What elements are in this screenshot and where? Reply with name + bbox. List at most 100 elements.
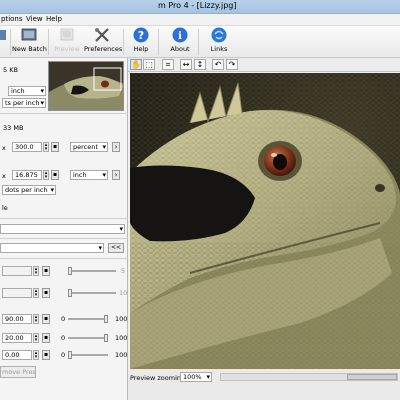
new-batch-label: New Batch [12,45,47,53]
preview-toolbar: ✋ ⬚ ⌗ ↔ ↕ ↶ ↷ [128,58,400,72]
slider4[interactable] [68,334,108,342]
menu-help[interactable]: Help [46,15,62,23]
slider-thumb[interactable] [68,267,72,275]
height-x-label: x [2,172,6,180]
slider1-field[interactable] [2,266,32,276]
about-icon: i [172,27,188,43]
zoom-select[interactable]: 100% [180,372,212,382]
slider-thumb[interactable] [68,289,72,297]
width-unit-select[interactable]: percent [70,142,108,152]
links-button[interactable]: Links [208,27,230,57]
slider3-reset[interactable]: ▪ [42,314,50,324]
height-value-input[interactable]: 16.875 [12,170,42,180]
slider1-spinner[interactable]: ▴ ▾ [33,266,39,276]
slider5[interactable] [68,351,108,359]
menu-view[interactable]: View [26,15,43,23]
slider4-max: 100 [115,334,128,342]
slider-thumb[interactable] [68,351,72,359]
flip-vertical-button[interactable]: ↕ [194,59,206,70]
slider2-max: 10 [119,289,128,297]
cut-label: le [2,204,8,212]
menu-options[interactable]: ptions [1,15,23,23]
collapse-button[interactable]: << [108,243,124,253]
remove-preset-button[interactable]: move Preset [0,366,36,378]
horizontal-scrollbar[interactable] [220,373,398,381]
slider5-spinner[interactable]: ▴ ▾ [33,350,39,360]
slider1-reset[interactable]: ▪ [42,266,50,276]
slider-thumb[interactable] [104,334,108,342]
original-file-size: 5 KB [3,66,18,74]
select-tool-button[interactable]: ⬚ [143,59,155,70]
help-label: Help [133,45,149,53]
links-icon [211,27,227,43]
slider2[interactable] [68,289,116,297]
height-unit-select[interactable]: inch [70,170,108,180]
height-lock-button[interactable]: ▪ [51,170,59,180]
links-label: Links [210,45,228,53]
rotate-left-button[interactable]: ↶ [212,59,224,70]
new-batch-button[interactable]: New Batch [12,27,47,57]
slider-thumb[interactable] [104,315,108,323]
selection-icon: ⬚ [145,60,153,69]
preferences-label: Preferences [84,45,123,53]
image-thumbnail[interactable] [48,61,124,111]
help-button[interactable]: ? Help [130,27,152,57]
hand-icon: ✋ [131,60,141,69]
slider3-field[interactable]: 90.00 [2,314,32,324]
about-button[interactable]: i About [168,27,192,57]
slider5-min: 0 [61,351,66,359]
main-toolbar: New Batch Preview Preferences ? Help i A… [0,26,400,58]
slider2-field[interactable] [2,288,32,298]
slider5-max: 100 [115,351,128,359]
scrollbar-thumb[interactable] [347,374,397,380]
flip-vertical-icon: ↕ [196,60,204,69]
resolution-unit-select[interactable]: dots per inch [2,185,56,195]
open-button[interactable] [0,27,10,57]
lizard-preview-image [130,73,400,369]
width-arrow-button[interactable]: › [112,142,120,152]
slider4-field[interactable]: 20.00 [2,333,32,343]
slider1[interactable] [68,267,116,275]
slider4-min: 0 [61,334,66,342]
preview-button[interactable]: Preview [54,27,80,57]
pan-tool-button[interactable]: ✋ [130,59,142,70]
original-unit-select[interactable]: inch [8,86,46,96]
slider5-reset[interactable]: ▪ [42,350,50,360]
preferences-icon [95,28,109,42]
preferences-button[interactable]: Preferences [84,27,123,57]
crop-icon: ⌗ [165,60,171,69]
width-value-input[interactable]: 300.0 [12,142,42,152]
preview-label: Preview [54,45,80,53]
width-lock-button[interactable]: ▪ [51,142,59,152]
slider3-min: 0 [61,315,66,323]
crop-button[interactable]: ⌗ [162,59,174,70]
slider3[interactable] [68,315,108,323]
help-icon: ? [133,27,149,43]
slider5-field[interactable]: 0.00 [2,350,32,360]
height-spinner[interactable]: ▴ ▾ [43,170,49,180]
zoom-label: Preview zooming: [130,374,188,382]
filter-select[interactable] [0,224,125,234]
slider2-reset[interactable]: ▪ [42,288,50,298]
new-batch-icon [21,28,37,41]
width-spinner[interactable]: ▴ ▾ [43,142,49,152]
preset-select[interactable] [0,243,104,253]
thumbnail-image [49,62,123,110]
settings-panel: 5 KB inch ts per inch 33 MB x 300.0 ▴▾ ▪… [0,58,128,400]
slider4-spinner[interactable]: ▴ ▾ [33,333,39,343]
slider4-reset[interactable]: ▪ [42,333,50,343]
rotate-left-icon: ↶ [214,60,222,69]
height-arrow-button[interactable]: › [112,170,120,180]
svg-text:?: ? [138,29,144,42]
slider2-spinner[interactable]: ▴ ▾ [33,288,39,298]
original-resolution-unit-select[interactable]: ts per inch [2,98,46,108]
rotate-right-button[interactable]: ↷ [226,59,238,70]
slider3-spinner[interactable]: ▴ ▾ [33,314,39,324]
slider1-max: 5 [121,267,126,275]
rotate-right-icon: ↷ [228,60,236,69]
svg-text:i: i [178,31,182,42]
preview-image-area[interactable] [130,73,400,369]
preview-icon [60,28,74,41]
flip-horizontal-button[interactable]: ↔ [180,59,192,70]
flip-horizontal-icon: ↔ [182,60,190,69]
